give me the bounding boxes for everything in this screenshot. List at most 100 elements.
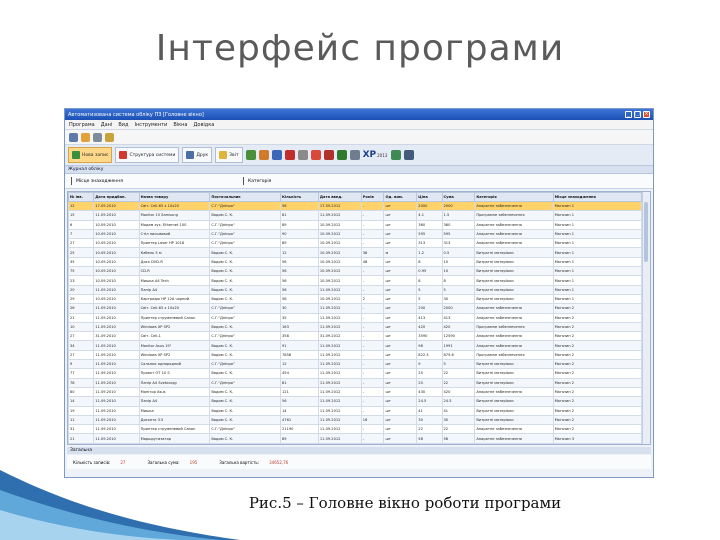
table-row[interactable]: 11 11.09.2010 Дискета 3.5 Вадим С. К. 4761 11…	[68, 414, 643, 426]
printer2-icon[interactable]	[349, 150, 360, 160]
table-row[interactable]: 20 11.09.2010 Папір А4 Вадим С. К. 56 11.09.2…	[68, 284, 643, 295]
table-cell: Апаратне забезпечення	[474, 340, 554, 351]
table-cell: Світ. Cell-65 х 10х20	[138, 200, 211, 212]
table-cell: 21190	[280, 424, 319, 435]
table-row[interactable]: 80 11.09.2010 Монітор Asus Вадим С. К. 121 11…	[68, 386, 643, 398]
table-row[interactable]: 77 11.09.2010 Проект ОТ 10 S Вадим С. К. 454…	[68, 368, 643, 379]
table-cell: 56	[280, 293, 319, 305]
new-record-button[interactable]: Нова запис	[68, 147, 113, 163]
menu-item-tools[interactable]: Інструменти	[134, 122, 167, 128]
table-row[interactable]: 34 11.09.2010 Monitor Asus 19" Вадим С. К. 9…	[68, 340, 643, 351]
table-cell: Вадим С. К.	[209, 266, 281, 277]
maximize-button[interactable]: □	[634, 111, 641, 118]
column-header[interactable]: Дата придбан.	[93, 192, 140, 202]
table-row[interactable]: 9 11.09.2010 Сальник однорядний С.Г."Дніпро…	[68, 359, 643, 370]
table-cell: шт	[383, 275, 418, 286]
tool-icon[interactable]	[297, 150, 308, 160]
table-row[interactable]: 75 10.09.2010 CD-R Вадим С. К. 56 10.09.2012-…	[68, 266, 643, 277]
table-cell: Монітор Asus	[138, 386, 211, 398]
table-row[interactable]: 27 11.09.2010 Windows XP SP2 Вадим С. К. 785…	[68, 349, 643, 361]
table-row[interactable]: 15 11.09.2010 Monitor 15 Samsung Вадим С. К…	[68, 210, 643, 221]
bug2-icon[interactable]	[336, 150, 347, 160]
pencil-icon[interactable]	[81, 132, 90, 142]
table-row[interactable]: 29 10.09.2010 Картридж HP 12A чорний Вадим …	[68, 293, 643, 305]
table-cell: 22	[441, 377, 476, 388]
table-row[interactable]: 21 11.09.2010 Маршрутизатор Вадим С. К. 89 11…	[68, 433, 643, 444]
table-cell: Магазин 2	[552, 340, 643, 351]
table-cell: 27	[68, 331, 95, 342]
vertical-scrollbar[interactable]	[642, 192, 650, 444]
table-cell: 11.09.2010	[93, 210, 140, 221]
table-cell: Мишка А4 Tech	[138, 275, 211, 286]
people-icon[interactable]	[271, 150, 282, 160]
table-row[interactable]: 10 11.09.2010 Windows XP SP2 Вадим С. К. 163…	[68, 321, 643, 333]
menu-item-windows[interactable]: Вікна	[173, 122, 187, 128]
binoculars-icon[interactable]	[69, 132, 78, 142]
printer-icon[interactable]	[93, 132, 102, 142]
minimize-button[interactable]: _	[625, 111, 632, 118]
cherries-icon[interactable]	[284, 150, 295, 160]
gift-icon[interactable]	[258, 150, 269, 160]
table-row[interactable]: 3411.09.2010Комп. Intel Core i3Вадим С. …	[68, 442, 643, 444]
table-cell: 30	[416, 414, 443, 426]
table-cell: 23	[68, 275, 95, 286]
column-header[interactable]: Ціна	[416, 192, 443, 202]
table-cell: -	[360, 396, 385, 407]
table-cell: -	[360, 349, 385, 361]
table-row[interactable]: 27 10.09.2010 Принтер Laser HP 1018 С.Г."Дн…	[68, 238, 643, 249]
bug-icon[interactable]	[323, 150, 334, 160]
table-cell: Апаратне забезпечення	[474, 442, 554, 444]
table-cell: Магазин 2	[552, 349, 643, 361]
table-row[interactable]: 21 11.09.2010 Принтер струменевий Canon С.Г…	[68, 312, 643, 323]
menu-item-data[interactable]: Дані	[101, 122, 113, 128]
print-button[interactable]: Друк	[182, 147, 213, 163]
table-row[interactable]: 31 11.09.2010 Принтер струменевий Canon С.Г…	[68, 424, 643, 435]
table-cell: 163	[280, 321, 319, 333]
table-cell: Диск DVD-R	[138, 256, 211, 268]
table-row[interactable]: 26 11.09.2010 Світ. Cell-65 х 10х20 С.Г."Дн…	[68, 303, 643, 314]
filter-category[interactable]: Категорія	[237, 177, 271, 185]
column-header[interactable]: № інв.	[68, 192, 95, 202]
table-row[interactable]: 23 10.09.2010 Мишка А4 Tech Вадим С. К. 56 10…	[68, 275, 643, 286]
sheet-icon[interactable]	[391, 150, 402, 160]
column-header[interactable]: Кількість	[280, 192, 319, 202]
table-row[interactable]: 78 11.09.2010 Папір А4 Svetocopy С.Г."Дніпр…	[68, 377, 643, 388]
column-header[interactable]: Постачальник	[209, 192, 281, 202]
lock-icon[interactable]	[105, 132, 114, 142]
table-cell: -	[360, 386, 385, 398]
table-row[interactable]: 35 10.09.2010 Диск DVD-R Вадим С. К. 56 10.09…	[68, 256, 643, 268]
table-cell: Проект ОТ 10 S	[138, 368, 211, 379]
table-row[interactable]: 25 10.09.2010 Кабель 5 м Вадим С. К. 12 10.09…	[68, 247, 643, 258]
table-row[interactable]: 6 10.09.2010 Модем zyx, Ethernet 100 С.Г."Д…	[68, 219, 643, 230]
table-row[interactable]: 7 10.09.2010 Стіл письмовий С.Г."Дніпро" 90 1…	[68, 228, 643, 240]
column-header[interactable]: Років	[360, 192, 385, 202]
menu-item-program[interactable]: Програма	[69, 122, 95, 128]
menu-item-help[interactable]: Довідка	[194, 122, 215, 128]
menu-item-view[interactable]: Вид	[118, 122, 128, 128]
table-row[interactable]: 12 17.09.2010 Світ. Cell-65 х 10х20 С.Г."Дн…	[68, 200, 643, 212]
plant-icon[interactable]	[245, 150, 256, 160]
table-cell: 10.09.2010	[93, 256, 140, 268]
table-cell: 58	[441, 433, 476, 444]
filter-location[interactable]: Місце знаходження	[65, 177, 237, 185]
flag-icon[interactable]	[310, 150, 321, 160]
scrollbar-thumb[interactable]	[644, 202, 648, 262]
table-row[interactable]: 19 11.09.2010 Мишка Вадим С. К. 14 11.09.2012…	[68, 405, 643, 416]
table-row[interactable]: 14 11.09.2010 Папір А4 Вадим С. К. 56 11.09.2…	[68, 396, 643, 407]
network-icon[interactable]	[404, 150, 415, 160]
column-header[interactable]: Дата введ.	[317, 192, 362, 202]
report-button[interactable]: Звіт	[215, 147, 243, 163]
column-header[interactable]: Категорія	[474, 192, 554, 202]
table-cell: 10.09.2012	[317, 247, 362, 258]
table-cell: 91	[280, 340, 319, 351]
column-header[interactable]: Од. вим.	[383, 192, 418, 202]
column-header[interactable]: Назва товару	[138, 192, 211, 202]
table-cell: шт	[383, 424, 418, 435]
table-row[interactable]: 27 31.09.2010 Світ. Cell-1 С.Г."Дніпро" 358 3…	[68, 331, 643, 342]
structure-button[interactable]: Структура системи	[115, 147, 180, 163]
close-button[interactable]: ×	[643, 111, 650, 118]
table-cell: Кабель 5 м	[138, 247, 211, 258]
column-header[interactable]: Сума	[441, 192, 476, 202]
table-cell: Апаратне забезпечення	[474, 219, 554, 230]
column-header[interactable]: Місце знаходження	[552, 192, 643, 202]
